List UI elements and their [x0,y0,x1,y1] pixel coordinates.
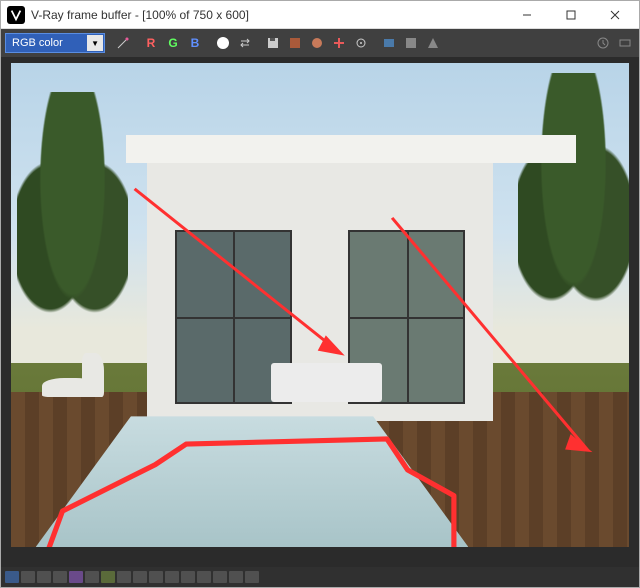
clone-icon[interactable] [307,33,327,53]
channel-select-value: RGB color [12,37,63,49]
status-icon-12[interactable] [181,571,195,583]
region-render-icon[interactable] [329,33,349,53]
titlebar[interactable]: V-Ray frame buffer - [100% of 750 x 600] [1,1,639,29]
mono-channel-button[interactable] [213,33,233,53]
chevron-down-icon: ▼ [91,39,99,48]
close-button[interactable] [593,1,637,29]
status-icon-9[interactable] [133,571,147,583]
vray-logo-icon [7,6,25,24]
vray-frame-buffer-window: V-Ray frame buffer - [100% of 750 x 600]… [0,0,640,588]
status-icon-10[interactable] [149,571,163,583]
window-title: V-Ray frame buffer - [100% of 750 x 600] [31,8,505,22]
status-icon-8[interactable] [117,571,131,583]
window-controls [505,1,637,29]
status-icon-5[interactable] [69,571,83,583]
history-icon[interactable] [593,33,613,53]
status-icon-13[interactable] [197,571,211,583]
clear-icon[interactable] [285,33,305,53]
corrections-icon[interactable] [401,33,421,53]
track-mouse-icon[interactable] [351,33,371,53]
render-viewport[interactable] [1,57,639,567]
clamp-icon[interactable] [423,33,443,53]
maximize-button[interactable] [549,1,593,29]
annotation-arrow-2 [11,63,629,547]
status-icon-6[interactable] [85,571,99,583]
statusbar [1,567,639,587]
channel-select[interactable]: RGB color ▼ [5,33,105,53]
status-icon-16[interactable] [245,571,259,583]
status-icon-11[interactable] [165,571,179,583]
vfb-settings-icon[interactable] [615,33,635,53]
save-icon[interactable] [263,33,283,53]
red-channel-button[interactable]: R [141,33,161,53]
status-icon-4[interactable] [53,571,67,583]
status-icon-3[interactable] [37,571,51,583]
blue-channel-button[interactable]: B [185,33,205,53]
green-channel-button[interactable]: G [163,33,183,53]
swap-channels-icon[interactable] [235,33,255,53]
status-history-icon[interactable] [5,571,19,583]
eyedropper-icon[interactable] [113,33,133,53]
status-icon-15[interactable] [229,571,243,583]
status-icon-14[interactable] [213,571,227,583]
link-pdplayer-icon[interactable] [379,33,399,53]
rendered-image [11,63,629,547]
status-icon-2[interactable] [21,571,35,583]
status-icon-7[interactable] [101,571,115,583]
minimize-button[interactable] [505,1,549,29]
toolbar: RGB color ▼ R G B [1,29,639,57]
